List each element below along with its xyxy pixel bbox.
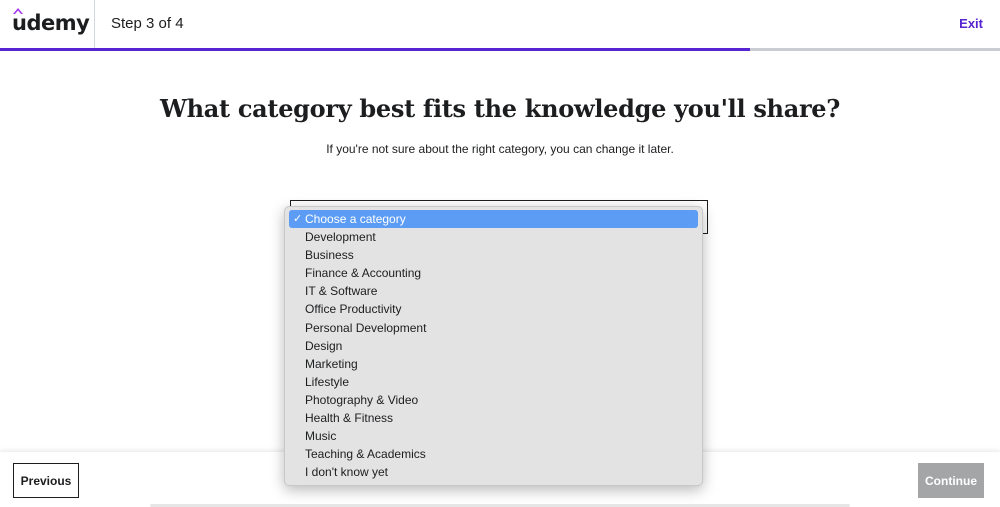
dropdown-option[interactable]: Marketing <box>289 355 698 373</box>
dropdown-option-label: Photography & Video <box>305 392 419 407</box>
dropdown-option[interactable]: Design <box>289 337 698 355</box>
dropdown-option[interactable]: ✓ Choose a category <box>289 210 698 229</box>
dropdown-option-label: Marketing <box>305 356 358 371</box>
dropdown-option-label: Music <box>305 429 337 444</box>
dropdown-option[interactable]: I don't know yet <box>289 463 698 481</box>
dropdown-option[interactable]: Teaching & Academics <box>289 445 698 463</box>
dropdown-option-label: Lifestyle <box>305 374 350 389</box>
dropdown-option[interactable]: Development <box>289 228 698 246</box>
top-header: udemy Step 3 of 4 Exit <box>0 0 1000 48</box>
dropdown-option[interactable]: Finance & Accounting <box>289 264 698 282</box>
dropdown-option-label: Teaching & Academics <box>305 447 426 462</box>
dropdown-option-label: Office Productivity <box>305 302 402 317</box>
dropdown-option[interactable]: Lifestyle <box>289 373 698 391</box>
dropdown-option-label: Business <box>305 248 354 263</box>
exit-link[interactable]: Exit <box>959 16 983 31</box>
step-indicator: Step 3 of 4 <box>111 15 184 32</box>
dropdown-option-label: Health & Fitness <box>305 411 394 426</box>
dropdown-option-label: Design <box>305 338 343 353</box>
dropdown-option-label: Finance & Accounting <box>305 266 422 281</box>
progress-fill <box>0 48 750 51</box>
header-divider <box>94 0 95 48</box>
dropdown-option-label: Personal Development <box>305 320 427 335</box>
dropdown-option[interactable]: Office Productivity <box>289 300 698 318</box>
page-subtitle: If you're not sure about the right categ… <box>326 142 674 156</box>
dropdown-option-label: Choose a category <box>305 212 406 226</box>
logo-text: udemy <box>12 11 90 35</box>
dropdown-option[interactable]: Photography & Video <box>289 391 698 409</box>
dropdown-option[interactable]: Business <box>289 246 698 264</box>
udemy-logo[interactable]: udemy <box>12 8 90 40</box>
dropdown-option[interactable]: IT & Software <box>289 282 698 300</box>
previous-button[interactable]: Previous <box>13 463 79 498</box>
continue-button[interactable]: Continue <box>918 463 984 498</box>
page-title: What category best fits the knowledge yo… <box>159 94 841 123</box>
category-dropdown-list[interactable]: ✓ Choose a category Development Business Fin… <box>284 206 703 486</box>
checkmark-icon: ✓ <box>293 213 303 225</box>
dropdown-option-label: IT & Software <box>305 284 378 299</box>
dropdown-option-label: I don't know yet <box>305 465 389 480</box>
dropdown-option-label: Development <box>305 230 376 245</box>
dropdown-option[interactable]: Music <box>289 427 698 445</box>
progress-bar <box>0 48 1000 51</box>
dropdown-option[interactable]: Health & Fitness <box>289 409 698 427</box>
dropdown-option[interactable]: Personal Development <box>289 319 698 337</box>
